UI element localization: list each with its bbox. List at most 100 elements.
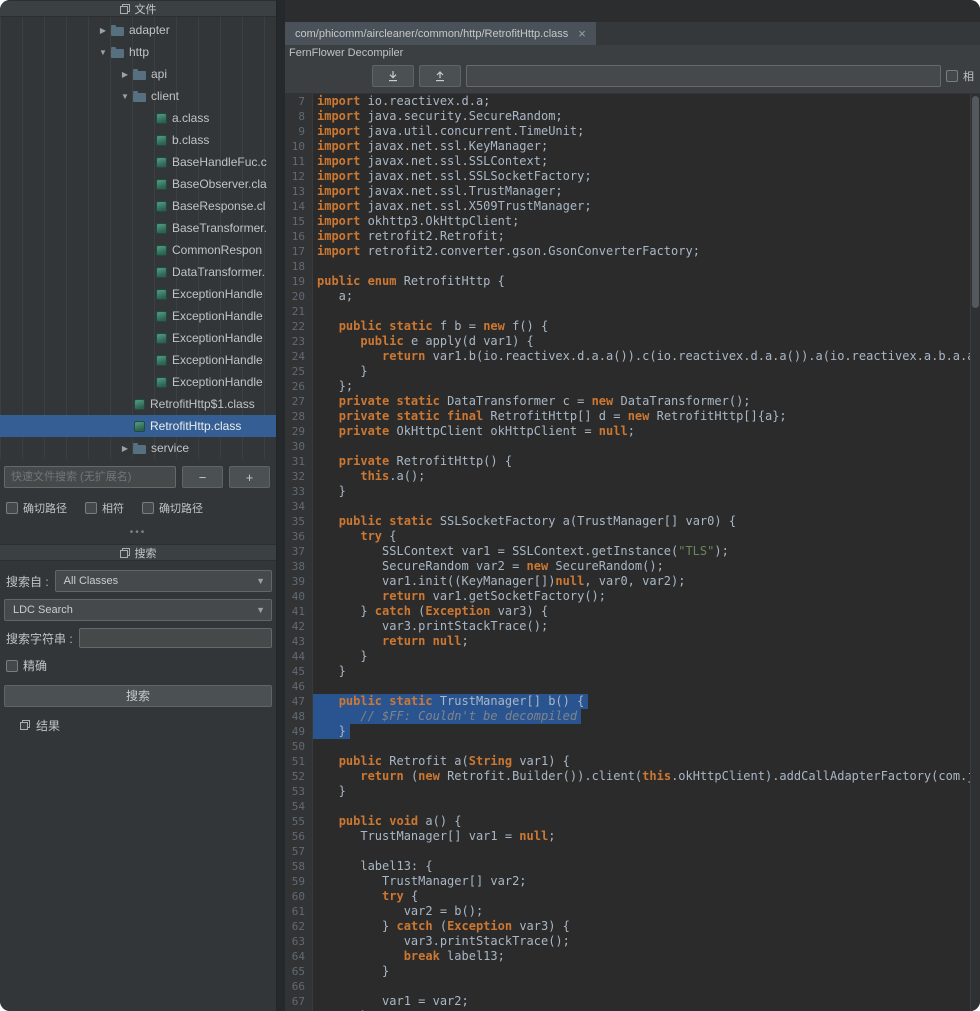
line-number: 13 <box>285 184 313 199</box>
code-line: 56 TrustManager[] var1 = null; <box>285 829 970 844</box>
folder-icon <box>133 445 146 454</box>
code-line: 19public enum RetrofitHttp { <box>285 274 970 289</box>
download-icon <box>387 70 399 82</box>
code-text: import retrofit2.Retrofit; <box>313 229 509 244</box>
tree-item-basetransformer[interactable]: BaseTransformer. <box>0 217 276 239</box>
line-number: 36 <box>285 529 313 544</box>
line-number: 26 <box>285 379 313 394</box>
code-text <box>313 979 321 994</box>
code-line: 41 } catch (Exception var3) { <box>285 604 970 619</box>
scrollbar-thumb[interactable] <box>972 96 979 308</box>
search-button[interactable]: 搜索 <box>4 685 272 707</box>
line-number: 14 <box>285 199 313 214</box>
line-number: 66 <box>285 979 313 994</box>
tree-item-exceptionhandle[interactable]: ExceptionHandle <box>0 283 276 305</box>
panel-splitter-handle[interactable]: ••• <box>0 523 276 544</box>
code-line: 43 return null; <box>285 634 970 649</box>
tree-item-label: RetrofitHttp.class <box>150 419 241 433</box>
tree-item-retrofithttp-class[interactable]: RetrofitHttp.class <box>0 415 276 437</box>
line-number: 31 <box>285 454 313 469</box>
tree-item-baseresponse-cl[interactable]: BaseResponse.cl <box>0 195 276 217</box>
tree-item-label: b.class <box>172 133 209 147</box>
tree-item-adapter[interactable]: ▶adapter <box>0 19 276 41</box>
exact-path-checkbox-1[interactable]: 确切路径 <box>6 500 67 516</box>
code-text: var2 = b(); <box>313 904 487 919</box>
sidebar-splitter[interactable] <box>277 0 285 1011</box>
tree-item-exceptionhandle[interactable]: ExceptionHandle <box>0 327 276 349</box>
quick-file-search-input[interactable] <box>4 466 176 488</box>
collapse-arrow-icon[interactable]: ▼ <box>96 48 110 57</box>
decompiler-search-input[interactable] <box>466 65 941 87</box>
code-line: 37 SSLContext var1 = SSLContext.getInsta… <box>285 544 970 559</box>
tree-item-retrofithttp-1-class[interactable]: RetrofitHttp$1.class <box>0 393 276 415</box>
code-area[interactable]: 7import io.reactivex.d.a;8import java.se… <box>285 94 970 1011</box>
tab-retrofithttp-class[interactable]: com/phicomm/aircleaner/common/http/Retro… <box>285 22 596 45</box>
code-line: 31 private RetrofitHttp() { <box>285 454 970 469</box>
tree-item-basehandlefuc-c[interactable]: BaseHandleFuc.c <box>0 151 276 173</box>
tree-item-b-class[interactable]: b.class <box>0 129 276 151</box>
code-text: a; <box>313 289 357 304</box>
class-icon <box>156 333 167 344</box>
code-line: 25 } <box>285 364 970 379</box>
search-panel-title: 搜索 <box>135 545 157 561</box>
tree-item-label: api <box>151 67 167 81</box>
code-line: 40 return var1.getSocketFactory(); <box>285 589 970 604</box>
class-icon <box>156 157 167 168</box>
code-text: return null; <box>313 634 473 649</box>
code-text: private OkHttpClient okHttpClient = null… <box>313 424 639 439</box>
exact-path-label-1: 确切路径 <box>23 500 67 516</box>
tree-item-label: BaseHandleFuc.c <box>172 155 267 169</box>
quick-search-row: − + <box>0 459 276 493</box>
expand-arrow-icon[interactable]: ▶ <box>96 26 110 35</box>
tree-item-exceptionhandle[interactable]: ExceptionHandle <box>0 349 276 371</box>
exact-checkbox[interactable]: 精确 <box>6 657 47 674</box>
tree-item-http[interactable]: ▼http <box>0 41 276 63</box>
code-line: 15import okhttp3.OkHttpClient; <box>285 214 970 229</box>
upload-button[interactable] <box>419 65 461 87</box>
tree-item-commonrespon[interactable]: CommonRespon <box>0 239 276 261</box>
tree-item-service[interactable]: ▶service <box>0 437 276 459</box>
decompiler-label: FernFlower Decompiler <box>285 45 980 61</box>
tree-item-api[interactable]: ▶ api <box>0 63 276 85</box>
collapse-all-button[interactable]: − <box>182 466 223 488</box>
line-number: 40 <box>285 589 313 604</box>
line-number: 50 <box>285 739 313 754</box>
code-line: 7import io.reactivex.d.a; <box>285 94 970 109</box>
vertical-scrollbar[interactable] <box>970 94 980 1011</box>
code-line: 34 <box>285 499 970 514</box>
line-number: 28 <box>285 409 313 424</box>
code-line: 21 <box>285 304 970 319</box>
tree-item-exceptionhandle[interactable]: ExceptionHandle <box>0 305 276 327</box>
code-text: var1.init((KeyManager[])null, var0, var2… <box>313 574 689 589</box>
toolbar-match-checkbox[interactable]: 相 <box>946 68 974 84</box>
tree-item-baseobserver-cla[interactable]: BaseObserver.cla <box>0 173 276 195</box>
files-panel-header: 文件 <box>0 0 276 17</box>
class-icon <box>156 113 167 124</box>
tree-item-a-class[interactable]: a.class <box>0 107 276 129</box>
expand-arrow-icon[interactable]: ▶ <box>118 444 132 453</box>
search-string-input[interactable] <box>79 628 272 648</box>
search-mode-dropdown[interactable]: LDC Search ▼ <box>4 599 272 621</box>
code-line: 30 <box>285 439 970 454</box>
tree-item-label: ExceptionHandle <box>172 287 263 301</box>
expand-arrow-icon[interactable]: ▶ <box>118 70 132 79</box>
match-checkbox[interactable]: 相符 <box>85 500 124 516</box>
expand-all-button[interactable]: + <box>229 466 270 488</box>
tab-close-icon[interactable]: × <box>578 27 586 40</box>
code-text: import javax.net.ssl.KeyManager; <box>313 139 552 154</box>
download-button[interactable] <box>372 65 414 87</box>
code-text: public enum RetrofitHttp { <box>313 274 509 289</box>
results-label: 结果 <box>36 717 60 734</box>
tree-item-client[interactable]: ▼client <box>0 85 276 107</box>
exact-path-checkbox-2[interactable]: 确切路径 <box>142 500 203 516</box>
code-line: 49 } <box>285 724 970 739</box>
exact-path-label-2: 确切路径 <box>159 500 203 516</box>
search-from-dropdown[interactable]: All Classes ▼ <box>55 570 272 592</box>
file-tree[interactable]: ▶adapter▼http ▶ api ▼clienta.class b.class Ba… <box>0 17 276 459</box>
tree-item-exceptionhandle[interactable]: ExceptionHandle <box>0 371 276 393</box>
line-number: 12 <box>285 169 313 184</box>
tree-item-datatransformer[interactable]: DataTransformer. <box>0 261 276 283</box>
class-icon <box>156 223 167 234</box>
code-text <box>313 304 321 319</box>
collapse-arrow-icon[interactable]: ▼ <box>118 92 132 101</box>
